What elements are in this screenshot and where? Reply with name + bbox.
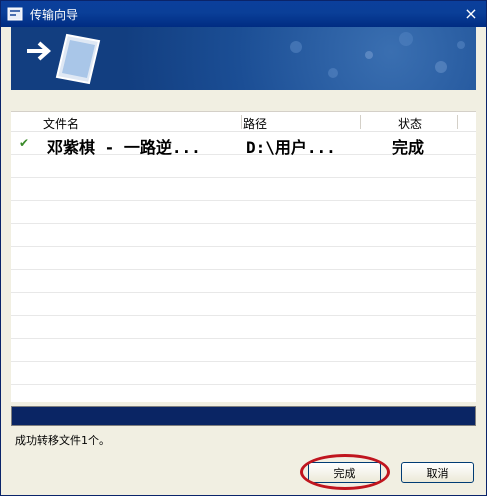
progress-bar	[11, 406, 476, 426]
close-icon[interactable]: ×	[463, 6, 479, 22]
table-row[interactable]: ✔ 邓紫棋 - 一路逆... D:\用户... 完成	[11, 132, 476, 157]
list-header: 文件名 路径 状态	[11, 112, 476, 132]
empty-row	[11, 362, 476, 385]
empty-row	[11, 247, 476, 270]
column-divider	[457, 115, 458, 129]
cancel-button[interactable]: 取消	[401, 462, 474, 483]
status-message: 成功转移文件1个。	[15, 434, 110, 447]
column-header-filename[interactable]: 文件名	[43, 115, 79, 132]
empty-row	[11, 155, 476, 178]
empty-row	[11, 201, 476, 224]
file-list: 文件名 路径 状态 ✔ 邓紫棋 - 一路逆... D:\用户... 完成	[11, 111, 476, 402]
check-icon: ✔	[19, 136, 30, 150]
empty-row	[11, 316, 476, 339]
empty-row	[11, 224, 476, 247]
column-header-path[interactable]: 路径	[243, 115, 267, 132]
app-icon	[7, 7, 23, 21]
empty-row	[11, 339, 476, 362]
empty-row	[11, 178, 476, 201]
column-divider	[360, 115, 361, 129]
column-divider	[241, 115, 242, 129]
empty-row	[11, 385, 476, 402]
transfer-wizard-window: 传输向导 × 文件名 路径 状态 ✔ 邓紫棋 - 一路逆... D:\用户...…	[0, 0, 487, 496]
window-title: 传输向导	[30, 8, 79, 22]
title-bar: 传输向导 ×	[1, 1, 486, 27]
device-icon	[55, 33, 101, 85]
arrow-right-icon	[27, 41, 52, 61]
red-circle-annotation	[300, 454, 390, 490]
column-header-status[interactable]: 状态	[398, 115, 422, 132]
empty-row	[11, 270, 476, 293]
banner	[11, 27, 476, 90]
empty-row	[11, 293, 476, 316]
